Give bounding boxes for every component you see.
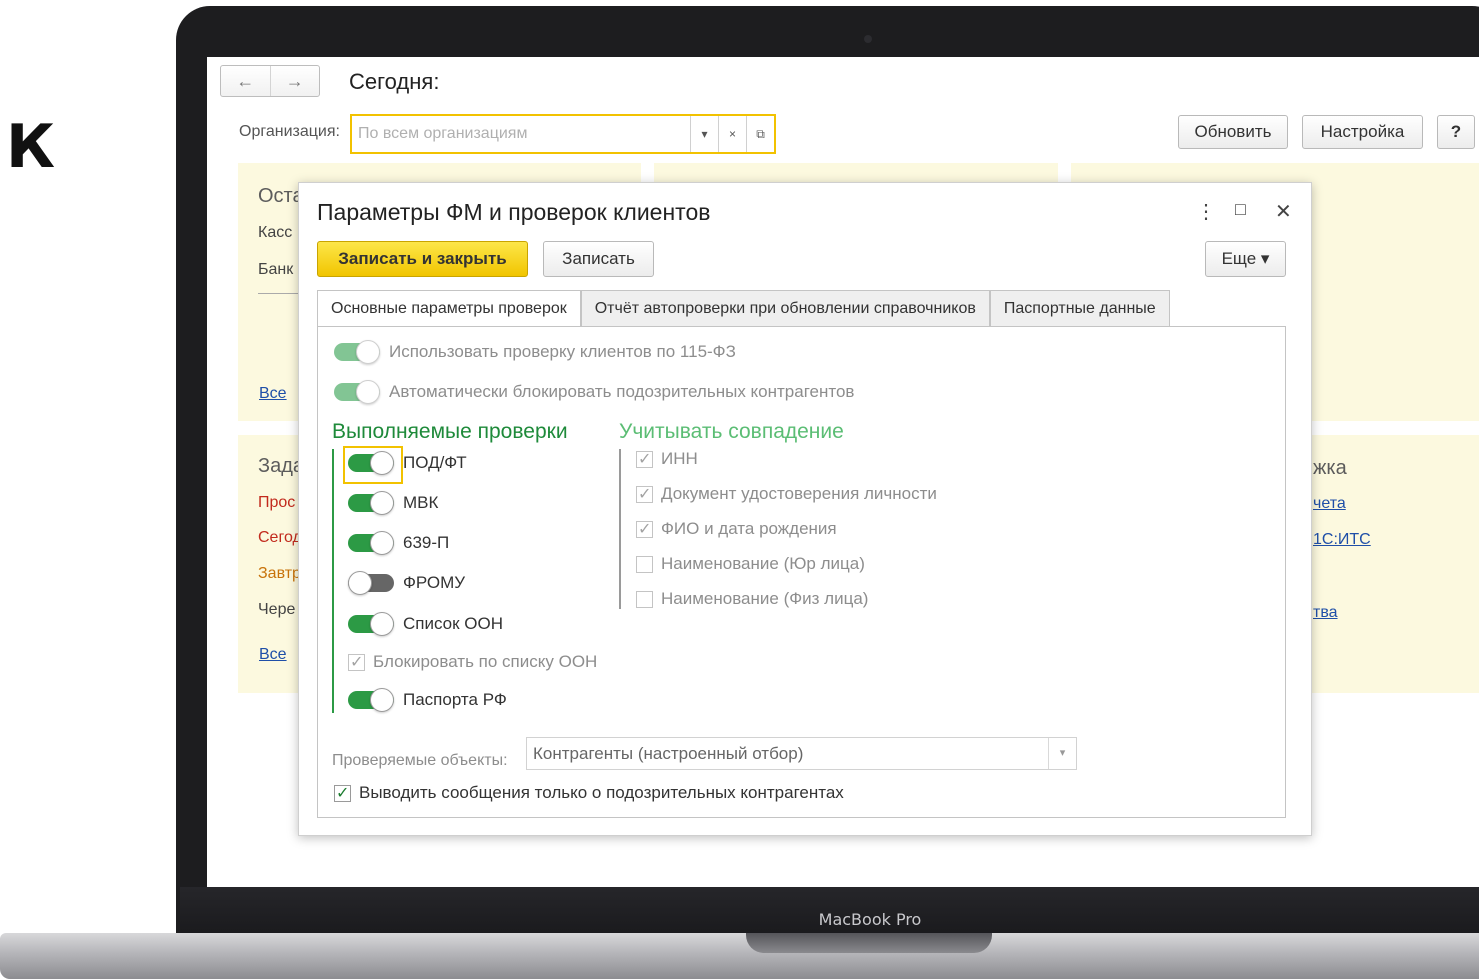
org-field[interactable]: По всем организациям ▾ × ⧉ [350,114,776,154]
settings-button[interactable]: Настройка [1302,115,1423,149]
page-title: Сегодня: [349,69,440,94]
un-list-label: Список ООН [403,614,504,633]
match-legal-name-row[interactable]: Наименование (Юр лица) [636,554,865,574]
device-label: MacBook Pro [818,910,922,929]
passports-rf-row[interactable]: Паспорта РФ [348,688,507,712]
auto-block-label: Автоматически блокировать подозрительных… [389,382,855,401]
maximize-icon[interactable]: □ [1235,199,1246,220]
match-bar [619,449,621,609]
podft-toggle[interactable] [343,446,403,484]
checks-heading: Выполняемые проверки [332,420,568,443]
tomorrow-label: Завтр [258,565,301,582]
fromu-toggle[interactable] [348,571,394,595]
match-legal-name-label: Наименование (Юр лица) [661,554,865,573]
block-un-list-label: Блокировать по списку ООН [373,652,598,671]
later-label: Чере [258,601,296,618]
check-fromu-row[interactable]: ФРОМУ [348,571,465,595]
suspicious-only-checkbox[interactable] [334,783,351,802]
match-inn-label: ИНН [661,449,698,468]
tab-autocheck-report[interactable]: Отчёт автопроверки при обновлении справо… [580,290,990,327]
match-fio-label: ФИО и дата рождения [661,519,837,538]
podft-label: ПОД/ФТ [403,453,467,472]
today-label: Сегод [258,529,302,546]
suspicious-only-row[interactable]: Выводить сообщения только о подозрительн… [334,783,844,803]
block-un-list-row[interactable]: Блокировать по списку ООН [348,652,597,672]
objects-label: Проверяемые объекты: [332,752,508,769]
match-person-name-row[interactable]: Наименование (Физ лица) [636,589,868,609]
match-fio-row[interactable]: ФИО и дата рождения [636,519,837,539]
more-menu-icon[interactable]: ⋮ [1196,199,1216,224]
tab-content: Использовать проверку клиентов по 115-ФЗ… [317,326,1286,818]
help-button[interactable]: ? [1437,115,1475,149]
suspicious-only-label: Выводить сообщения только о подозрительн… [359,783,844,802]
more-button[interactable]: Еще ▾ [1205,241,1286,277]
refresh-button[interactable]: Обновить [1178,115,1288,149]
mvk-label: МВК [403,493,439,512]
passports-rf-toggle[interactable] [348,688,394,712]
org-label: Организация: [239,123,340,140]
side-letter: К [6,112,56,182]
bank-label: Банк [258,261,294,278]
org-placeholder[interactable]: По всем организациям [352,125,690,143]
match-id-doc-row[interactable]: Документ удостоверения личности [636,484,937,504]
objects-dropdown-icon[interactable]: ▾ [1048,738,1076,769]
support-heading: жка [1313,457,1347,479]
fromu-label: ФРОМУ [403,573,466,592]
check-mvk-row[interactable]: МВК [348,491,438,515]
save-and-close-button[interactable]: Записать и закрыть [317,241,528,277]
dialog-tabs: Основные параметры проверок Отчёт автопр… [317,290,1170,328]
dialog-title: Параметры ФМ и проверок клиентов [317,199,711,225]
match-fio-checkbox[interactable] [636,519,653,538]
use-check-115-label: Использовать проверку клиентов по 115-ФЗ [389,342,736,361]
laptop-base [0,933,1479,979]
laptop-notch [746,933,992,953]
passports-rf-label: Паспорта РФ [403,690,507,709]
auto-block-toggle[interactable] [334,380,380,404]
fm-params-dialog: Параметры ФМ и проверок клиентов ⋮ □ ✕ З… [298,182,1312,836]
use-check-115-row[interactable]: Использовать проверку клиентов по 115-ФЗ [334,340,736,364]
app-screen: ← → Сегодня: Организация: По всем органи… [207,57,1479,887]
balances-heading: Оста [258,185,304,207]
cash-label: Касс [258,224,293,241]
objects-value[interactable]: Контрагенты (настроенный отбор) [527,744,1048,764]
use-check-115-toggle[interactable] [334,340,380,364]
all-tasks-link[interactable]: Все [259,646,287,664]
overdue-label: Прос [258,494,296,511]
tab-main-params[interactable]: Основные параметры проверок [317,290,581,328]
all-balances-link[interactable]: Все [259,385,287,403]
clear-icon[interactable]: × [718,116,746,152]
639p-label: 639-П [403,533,450,552]
match-id-doc-label: Документ удостоверения личности [661,484,937,503]
open-icon[interactable]: ⧉ [746,116,774,152]
match-inn-row[interactable]: ИНН [636,449,698,469]
match-id-doc-checkbox[interactable] [636,484,653,503]
auto-block-row[interactable]: Автоматически блокировать подозрительных… [334,380,854,404]
un-list-toggle[interactable] [348,612,394,636]
match-legal-name-checkbox[interactable] [636,555,653,573]
back-arrow-icon[interactable]: ← [221,66,270,96]
forward-arrow-icon[interactable]: → [269,66,320,96]
match-inn-checkbox[interactable] [636,449,653,468]
dropdown-icon[interactable]: ▾ [690,116,718,152]
block-un-list-checkbox[interactable] [348,652,365,671]
save-button[interactable]: Записать [543,241,654,277]
check-639p-row[interactable]: 639-П [348,531,449,555]
match-person-name-label: Наименование (Физ лица) [661,589,869,608]
its-link[interactable]: 1С:ИТС [1313,531,1371,549]
match-heading: Учитывать совпадение [619,420,844,443]
objects-select[interactable]: Контрагенты (настроенный отбор) ▾ [526,737,1077,770]
right-link-3[interactable]: тва [1313,604,1338,622]
close-icon[interactable]: ✕ [1275,199,1292,224]
mvk-toggle[interactable] [348,491,394,515]
check-un-list-row[interactable]: Список ООН [348,612,503,636]
tab-passport-data[interactable]: Паспортные данные [989,290,1170,327]
camera [864,35,872,43]
right-link-1[interactable]: чета [1313,495,1346,513]
checks-bar [332,449,334,713]
match-person-name-checkbox[interactable] [636,590,653,608]
639p-toggle[interactable] [348,531,394,555]
nav-arrows: ← → [220,65,320,97]
check-podft-row[interactable]: ПОД/ФТ [343,446,467,484]
